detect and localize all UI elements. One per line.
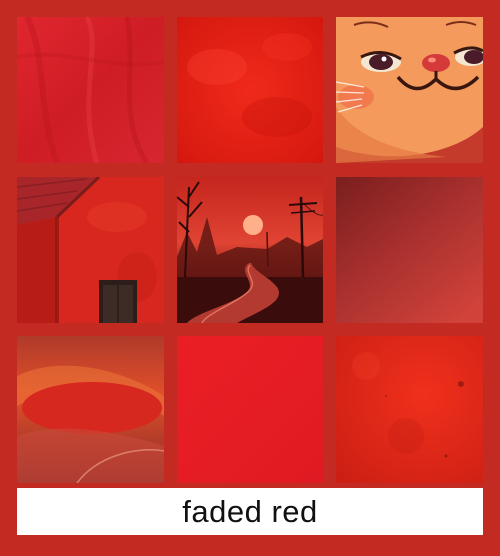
red-barn-wall-tile	[17, 177, 164, 323]
caption-box: faded red	[17, 488, 483, 535]
fabric-texture-tile	[17, 17, 164, 163]
abstract-red-curves-tile	[17, 336, 164, 483]
smoky-red-texture-tile	[177, 17, 323, 163]
cartoon-cat-face-tile	[336, 17, 483, 163]
dark-red-gradient-tile	[336, 177, 483, 323]
plain-red-tile	[177, 336, 323, 483]
foggy-road-sunset-tile	[177, 177, 323, 323]
caption-text: faded red	[182, 493, 318, 529]
grunge-red-texture-tile	[336, 336, 483, 483]
